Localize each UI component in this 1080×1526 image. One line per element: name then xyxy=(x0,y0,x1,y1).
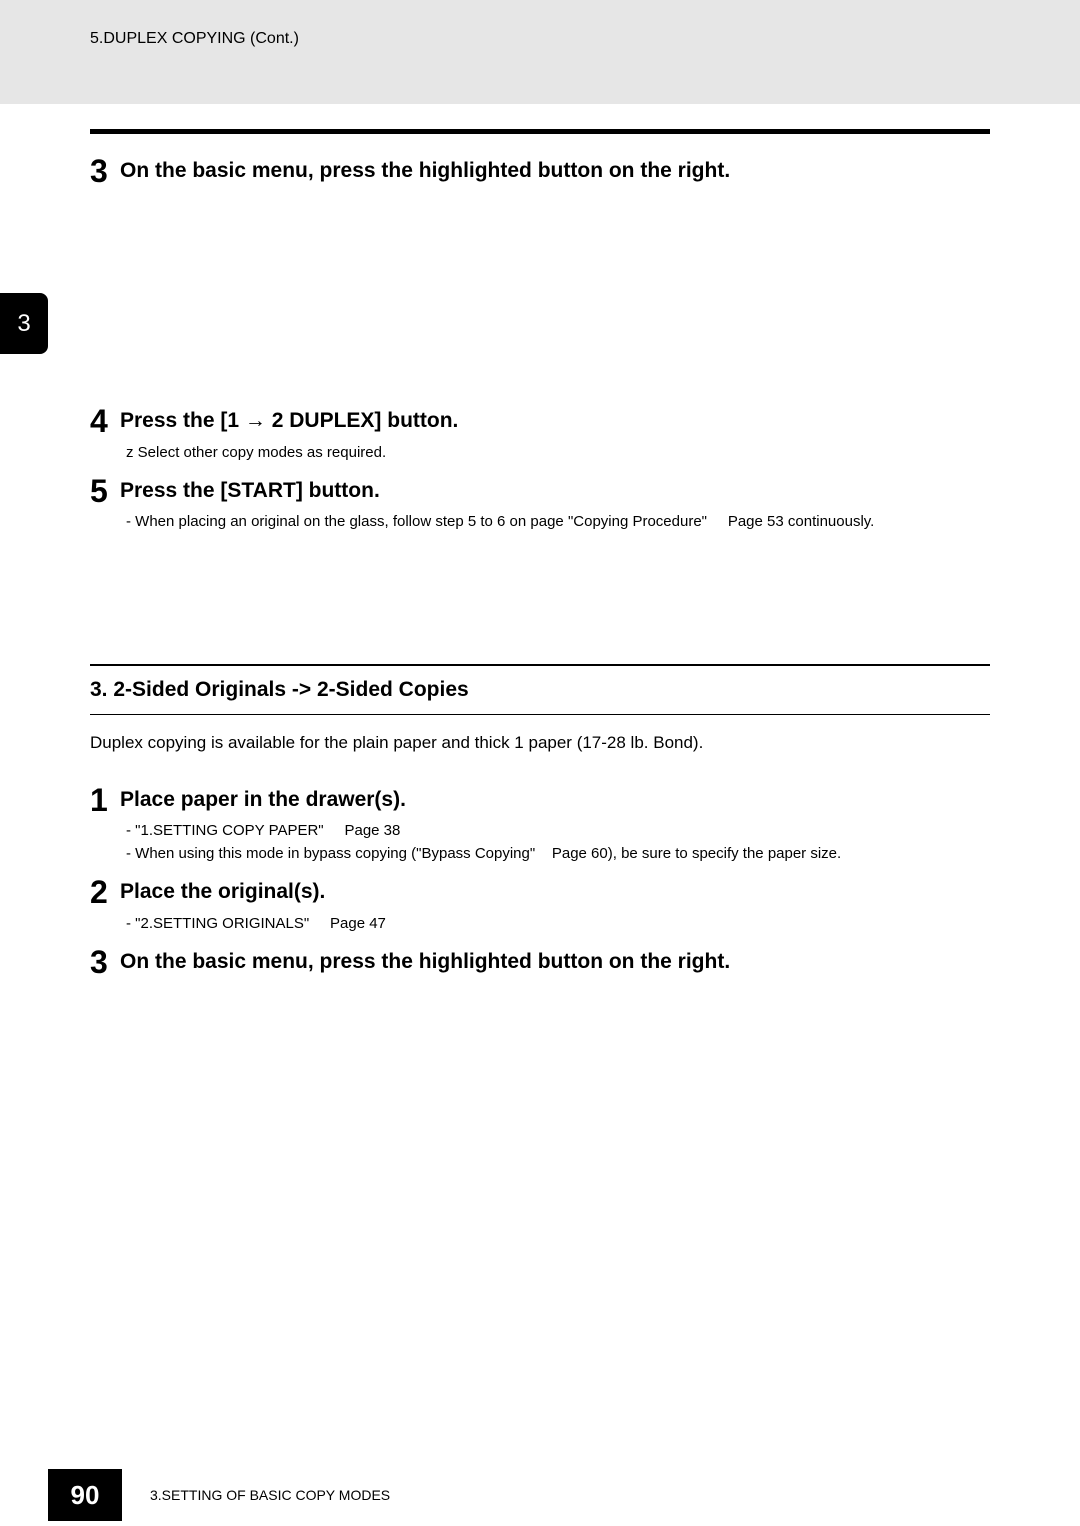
section-heading: 3. 2-Sided Originals -> 2-Sided Copies xyxy=(90,666,990,714)
step-note: - When using this mode in bypass copying… xyxy=(126,843,990,866)
section-description: Duplex copying is available for the plai… xyxy=(90,733,990,753)
step-4: 4 Press the [1 → 2 DUPLEX] button. z Sel… xyxy=(90,404,990,464)
step-number: 1 xyxy=(90,783,120,818)
spacer xyxy=(90,544,990,654)
main-content: 3 On the basic menu, press the highlight… xyxy=(0,129,1080,980)
step-1: 1 Place paper in the drawer(s). - "1.SET… xyxy=(90,783,990,865)
step-3-top: 3 On the basic menu, press the highlight… xyxy=(90,154,990,189)
step-number: 3 xyxy=(90,154,120,189)
spacer xyxy=(90,199,990,404)
section-rule xyxy=(90,714,990,715)
step-3-bottom: 3 On the basic menu, press the highlight… xyxy=(90,945,990,980)
step-body: Place the original(s). - "2.SETTING ORIG… xyxy=(120,875,990,935)
step-note: - "2.SETTING ORIGINALS" Page 47 xyxy=(126,913,990,936)
step-title: Place the original(s). xyxy=(120,877,990,906)
step-notes: - When placing an original on the glass,… xyxy=(120,511,990,534)
step-title: Place paper in the drawer(s). xyxy=(120,785,990,814)
step-title: On the basic menu, press the highlighted… xyxy=(120,947,990,976)
chapter-tab-number: 3 xyxy=(17,310,30,338)
step-title: Press the [1 → 2 DUPLEX] button. xyxy=(120,406,990,435)
header-title: 5.DUPLEX COPYING (Cont.) xyxy=(90,30,1080,48)
step-body: Place paper in the drawer(s). - "1.SETTI… xyxy=(120,783,990,865)
step-2: 2 Place the original(s). - "2.SETTING OR… xyxy=(90,875,990,935)
chapter-tab: 3 xyxy=(0,293,48,354)
top-rule xyxy=(90,129,990,134)
page-footer: 90 3.SETTING OF BASIC COPY MODES xyxy=(0,1464,1080,1526)
step-notes: - "1.SETTING COPY PAPER" Page 38 - When … xyxy=(120,820,990,865)
step-notes: z Select other copy modes as required. xyxy=(120,442,990,465)
step-body: Press the [START] button. - When placing… xyxy=(120,474,990,534)
page-header: 5.DUPLEX COPYING (Cont.) xyxy=(0,0,1080,104)
step-body: On the basic menu, press the highlighted… xyxy=(120,154,990,185)
step-body: Press the [1 → 2 DUPLEX] button. z Selec… xyxy=(120,404,990,464)
step-notes: - "2.SETTING ORIGINALS" Page 47 xyxy=(120,913,990,936)
page-number: 90 xyxy=(48,1469,122,1521)
step-title: On the basic menu, press the highlighted… xyxy=(120,156,990,185)
step-body: On the basic menu, press the highlighted… xyxy=(120,945,990,976)
step-note: z Select other copy modes as required. xyxy=(126,442,990,465)
step-number: 2 xyxy=(90,875,120,910)
step-note: - When placing an original on the glass,… xyxy=(126,511,990,534)
step-note: - "1.SETTING COPY PAPER" Page 38 xyxy=(126,820,990,843)
step-number: 4 xyxy=(90,404,120,439)
step-5: 5 Press the [START] button. - When placi… xyxy=(90,474,990,534)
step-number: 5 xyxy=(90,474,120,509)
step-number: 3 xyxy=(90,945,120,980)
step-title: Press the [START] button. xyxy=(120,476,990,505)
footer-chapter: 3.SETTING OF BASIC COPY MODES xyxy=(150,1487,390,1503)
